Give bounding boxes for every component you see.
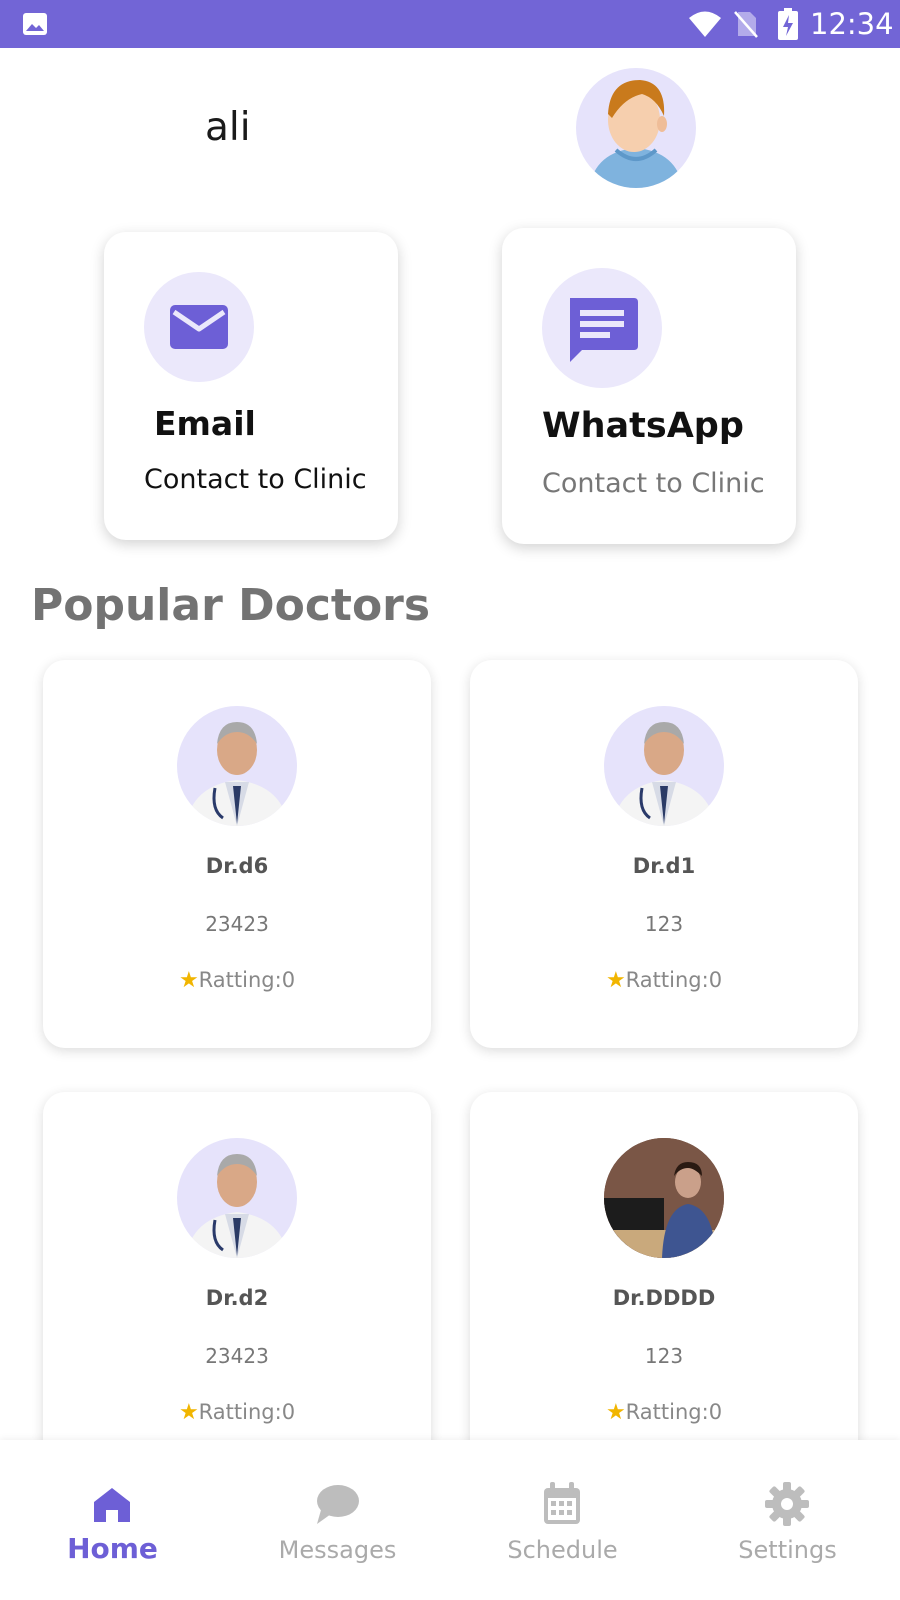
no-sim-icon — [734, 11, 758, 38]
nav-item-home[interactable]: Home — [0, 1440, 225, 1600]
nav-label-schedule: Schedule — [507, 1536, 618, 1564]
doctor-rating: ★Ratting:0 — [43, 968, 431, 993]
nav-item-settings[interactable]: Settings — [675, 1440, 900, 1600]
doctor-rating-text: Ratting:0 — [625, 1400, 723, 1424]
doctor-photo — [604, 1138, 724, 1258]
doctor-rating-text: Ratting:0 — [625, 968, 723, 992]
doctor-rating: ★Ratting:0 — [43, 1400, 431, 1425]
clock-time: 12:34 — [810, 7, 894, 41]
doctor-phone: 123 — [644, 912, 684, 936]
doctor-portrait-icon — [185, 722, 289, 826]
doctor-name: Dr.d1 — [632, 854, 696, 878]
user-name: ali — [205, 105, 251, 150]
doctor-photo — [604, 706, 724, 826]
star-icon: ★ — [605, 1400, 626, 1425]
doctor-photo-person-icon — [604, 1138, 724, 1258]
star-icon: ★ — [178, 1400, 199, 1425]
avatar-person-icon — [589, 80, 683, 188]
doctor-photo — [177, 706, 297, 826]
doctor-name: Dr.d6 — [205, 854, 269, 878]
wifi-icon — [689, 11, 721, 37]
nav-label-home: Home — [67, 1532, 158, 1565]
doctor-photo — [177, 1138, 297, 1258]
doctor-phone: 123 — [644, 1344, 684, 1368]
star-icon: ★ — [178, 968, 199, 993]
doctor-card[interactable]: Dr.DDDD 123 ★Ratting:0 — [470, 1092, 858, 1480]
chat-bubble-icon — [317, 1485, 359, 1524]
whatsapp-contact-card[interactable]: WhatsApp Contact to Clinic — [502, 228, 796, 544]
whatsapp-card-title: WhatsApp — [542, 406, 744, 446]
doctor-card[interactable]: Dr.d6 23423 ★Ratting:0 — [43, 660, 431, 1048]
email-contact-card[interactable]: Email Contact to Clinic — [104, 232, 398, 540]
doctor-card[interactable]: Dr.d2 23423 ★Ratting:0 — [43, 1092, 431, 1480]
nav-label-messages: Messages — [278, 1536, 397, 1564]
doctor-rating: ★Ratting:0 — [470, 1400, 858, 1425]
whatsapp-icon-circle — [542, 268, 662, 388]
popular-doctors-title: Popular Doctors — [31, 580, 431, 631]
doctor-card[interactable]: Dr.d1 123 ★Ratting:0 — [470, 660, 858, 1048]
email-icon-circle — [144, 272, 254, 382]
email-card-title: Email — [154, 404, 256, 443]
gear-icon — [765, 1482, 809, 1526]
doctor-phone: 23423 — [205, 912, 269, 936]
bottom-nav: Home Messages Schedule Settings — [0, 1440, 900, 1600]
doctor-rating-text: Ratting:0 — [198, 968, 296, 992]
doctor-phone: 23423 — [205, 1344, 269, 1368]
doctor-rating: ★Ratting:0 — [470, 968, 858, 993]
doctor-rating-text: Ratting:0 — [198, 1400, 296, 1424]
whatsapp-card-subtitle: Contact to Clinic — [542, 468, 765, 499]
email-card-subtitle: Contact to Clinic — [144, 464, 367, 495]
user-avatar[interactable] — [576, 68, 696, 188]
mail-icon — [170, 305, 228, 349]
nav-label-settings: Settings — [738, 1536, 837, 1564]
status-bar: 12:34 — [0, 0, 900, 48]
message-icon — [570, 298, 638, 362]
doctor-portrait-icon — [185, 1154, 289, 1258]
star-icon: ★ — [605, 968, 626, 993]
doctor-name: Dr.d2 — [205, 1286, 269, 1310]
battery-charging-icon — [778, 8, 798, 40]
nav-item-messages[interactable]: Messages — [225, 1440, 450, 1600]
home-icon — [94, 1488, 130, 1522]
doctor-name: Dr.DDDD — [612, 1286, 716, 1310]
gallery-icon — [23, 13, 47, 35]
nav-item-schedule[interactable]: Schedule — [450, 1440, 675, 1600]
doctor-portrait-icon — [612, 722, 716, 826]
calendar-icon — [544, 1482, 580, 1524]
